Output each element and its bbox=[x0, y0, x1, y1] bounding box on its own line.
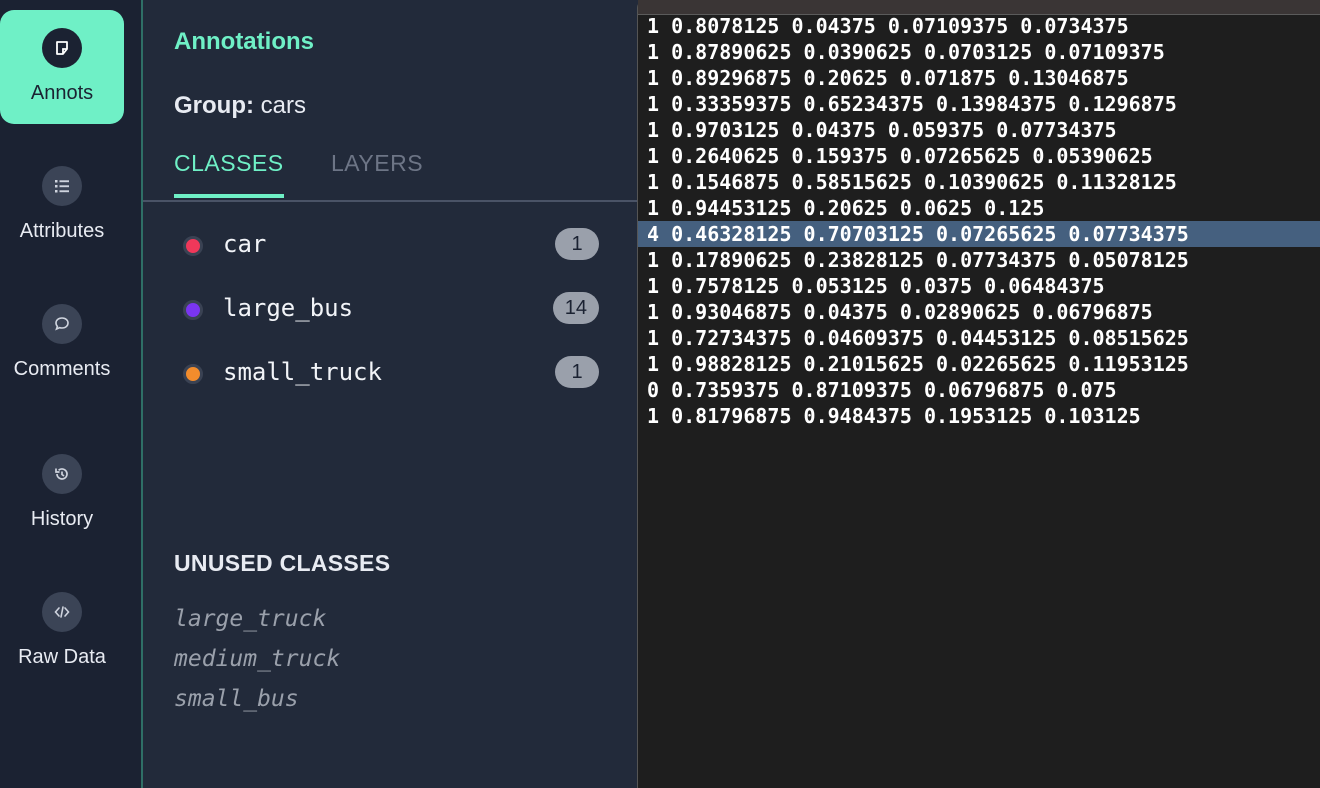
class-color-dot bbox=[183, 364, 203, 384]
nav-rail: Annots Attributes Comments History Raw D… bbox=[0, 0, 143, 788]
unused-class-item[interactable]: large_truck bbox=[174, 606, 326, 632]
class-row-small-truck[interactable]: small_truck 1 bbox=[143, 354, 637, 394]
panel-tabs: CLASSES LAYERS bbox=[143, 146, 637, 202]
raw-data-line[interactable]: 1 0.17890625 0.23828125 0.07734375 0.050… bbox=[647, 247, 1189, 273]
class-name: small_truck bbox=[223, 358, 382, 386]
unused-class-item[interactable]: small_bus bbox=[174, 686, 299, 712]
raw-data-line[interactable]: 1 0.93046875 0.04375 0.02890625 0.067968… bbox=[647, 299, 1153, 325]
tab-classes[interactable]: CLASSES bbox=[174, 150, 284, 177]
raw-data-line[interactable]: 1 0.87890625 0.0390625 0.0703125 0.07109… bbox=[647, 39, 1165, 65]
raw-data-line[interactable]: 1 0.81796875 0.9484375 0.1953125 0.10312… bbox=[647, 403, 1141, 429]
raw-data-line[interactable]: 1 0.33359375 0.65234375 0.13984375 0.129… bbox=[647, 91, 1177, 117]
history-icon bbox=[42, 454, 82, 494]
nav-attributes-label: Attributes bbox=[19, 220, 105, 242]
class-count-badge: 1 bbox=[555, 228, 599, 260]
code-icon bbox=[42, 592, 82, 632]
raw-data-line[interactable]: 1 0.7578125 0.053125 0.0375 0.06484375 bbox=[647, 273, 1105, 299]
nav-annots-label: Annots bbox=[30, 82, 94, 104]
nav-attributes[interactable]: Attributes bbox=[0, 148, 124, 262]
class-color-dot bbox=[183, 236, 203, 256]
annotations-panel: Annotations Group: cars CLASSES LAYERS c… bbox=[143, 0, 637, 788]
raw-data-view[interactable]: 1 0.8078125 0.04375 0.07109375 0.0734375… bbox=[637, 0, 1320, 788]
tab-layers[interactable]: LAYERS bbox=[331, 150, 423, 177]
note-icon bbox=[42, 28, 82, 68]
panel-title: Annotations bbox=[174, 28, 314, 55]
class-count-badge: 1 bbox=[555, 356, 599, 388]
raw-data-line[interactable]: 1 0.2640625 0.159375 0.07265625 0.053906… bbox=[647, 143, 1153, 169]
group-info: Group: cars bbox=[174, 92, 306, 120]
raw-data-line[interactable]: 1 0.1546875 0.58515625 0.10390625 0.1132… bbox=[647, 169, 1177, 195]
class-name: large_bus bbox=[223, 294, 354, 322]
raw-data-line[interactable]: 1 0.8078125 0.04375 0.07109375 0.0734375 bbox=[647, 13, 1129, 39]
nav-comments-label: Comments bbox=[13, 358, 111, 380]
nav-history[interactable]: History bbox=[0, 436, 124, 550]
nav-comments[interactable]: Comments bbox=[0, 286, 124, 400]
raw-data-line[interactable]: 1 0.94453125 0.20625 0.0625 0.125 bbox=[647, 195, 1044, 221]
raw-data-line[interactable]: 1 0.72734375 0.04609375 0.04453125 0.085… bbox=[647, 325, 1189, 351]
list-icon bbox=[42, 166, 82, 206]
nav-raw-data-label: Raw Data bbox=[18, 646, 106, 668]
raw-data-line[interactable]: 1 0.9703125 0.04375 0.059375 0.07734375 bbox=[647, 117, 1117, 143]
unused-classes-title: UNUSED CLASSES bbox=[174, 550, 391, 576]
active-tab-indicator bbox=[174, 194, 284, 198]
group-value: cars bbox=[260, 92, 306, 119]
class-color-dot bbox=[183, 300, 203, 320]
class-name: car bbox=[223, 230, 267, 258]
unused-class-item[interactable]: medium_truck bbox=[174, 646, 340, 672]
raw-data-line[interactable]: 1 0.89296875 0.20625 0.071875 0.13046875 bbox=[647, 65, 1129, 91]
class-row-car[interactable]: car 1 bbox=[143, 226, 637, 266]
nav-history-label: History bbox=[30, 508, 94, 530]
raw-data-line[interactable]: 1 0.98828125 0.21015625 0.02265625 0.119… bbox=[647, 351, 1189, 377]
group-label: Group: bbox=[174, 92, 254, 119]
comment-icon bbox=[42, 304, 82, 344]
nav-raw-data[interactable]: Raw Data bbox=[0, 574, 124, 688]
raw-data-line[interactable]: 0 0.7359375 0.87109375 0.06796875 0.075 bbox=[647, 377, 1117, 403]
nav-annots[interactable]: Annots bbox=[0, 10, 124, 124]
class-count-badge: 14 bbox=[552, 292, 599, 324]
raw-data-line-selected[interactable]: 4 0.46328125 0.70703125 0.07265625 0.077… bbox=[638, 221, 1320, 247]
class-row-large-bus[interactable]: large_bus 14 bbox=[143, 290, 637, 330]
